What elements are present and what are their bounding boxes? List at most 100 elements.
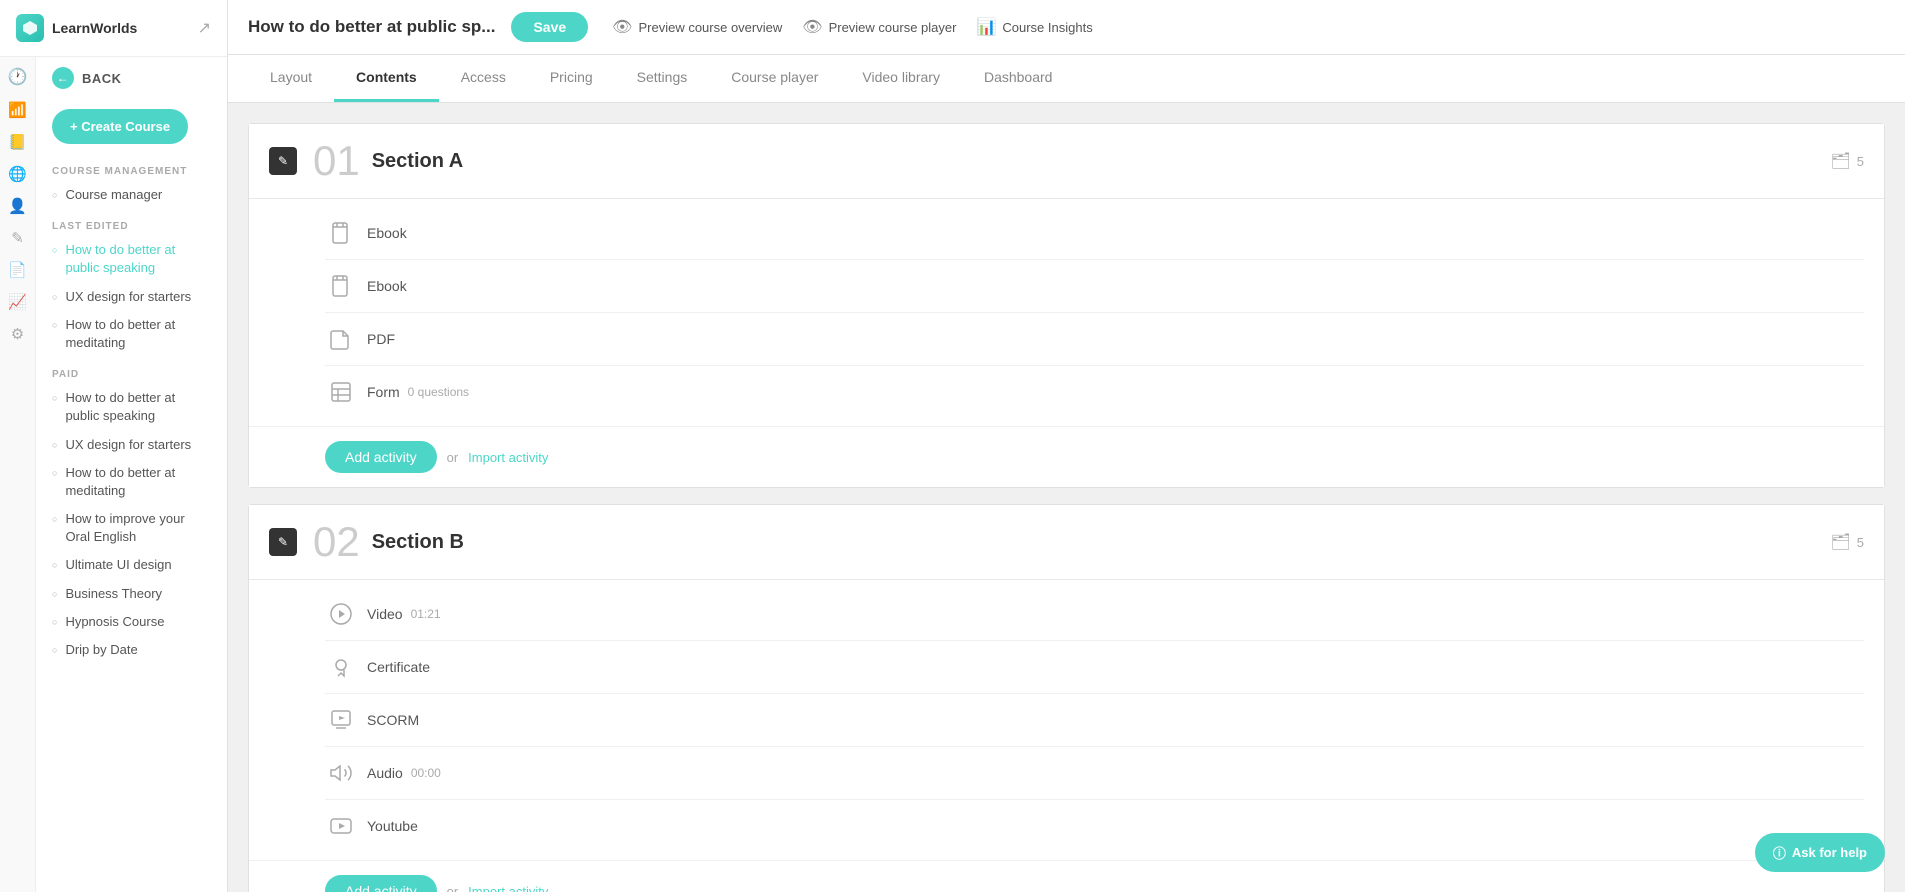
tabs: Layout Contents Access Pricing Settings … (228, 55, 1905, 103)
sidebar-item-paid-2[interactable]: How to do better at meditating (36, 459, 227, 505)
activity-label-video: Video (367, 606, 403, 622)
sidebar-item-paid-1[interactable]: UX design for starters (36, 431, 227, 459)
activity-label-form: Form (367, 384, 400, 400)
ebook-icon-2 (325, 270, 357, 302)
section-card-a: ✎ 01 Section A 🗂 5 Ebook (248, 123, 1885, 488)
preview-overview-icon: 👁 (612, 17, 632, 37)
youtube-icon (325, 810, 357, 842)
tab-pricing[interactable]: Pricing (528, 55, 615, 102)
add-activity-button-a[interactable]: Add activity (325, 441, 437, 473)
activity-label-pdf: PDF (367, 331, 395, 347)
add-activity-button-b[interactable]: Add activity (325, 875, 437, 892)
tab-contents[interactable]: Contents (334, 55, 439, 102)
sidebar-item-paid-5[interactable]: Business Theory (36, 580, 227, 608)
sidebar-item-paid-6[interactable]: Hypnosis Course (36, 608, 227, 636)
activity-item-scorm[interactable]: SCORM (325, 694, 1864, 747)
activity-item-pdf[interactable]: PDF (325, 313, 1864, 366)
activity-item-youtube[interactable]: Youtube (325, 800, 1864, 852)
import-activity-link-b[interactable]: Import activity (468, 884, 548, 892)
preview-player-action[interactable]: 👁 Preview course player (802, 17, 956, 37)
video-icon (325, 598, 357, 630)
back-label: BACK (82, 71, 122, 86)
pdf-icon (325, 323, 357, 355)
footprint-icon-a: 🗂 (1830, 151, 1850, 171)
course-management-label: COURSE MANAGEMENT (36, 154, 227, 181)
course-insights-action[interactable]: 📊 Course Insights (976, 17, 1092, 37)
tab-layout[interactable]: Layout (248, 55, 334, 102)
tab-dashboard[interactable]: Dashboard (962, 55, 1075, 102)
nav-icon-book[interactable]: 📒 (8, 133, 27, 151)
tab-settings[interactable]: Settings (615, 55, 710, 102)
activity-label-ebook2: Ebook (367, 278, 407, 294)
scorm-icon (325, 704, 357, 736)
activity-label-ebook1: Ebook (367, 225, 407, 241)
sidebar-item-paid-4[interactable]: Ultimate UI design (36, 551, 227, 579)
tab-video-library[interactable]: Video library (840, 55, 962, 102)
tab-access[interactable]: Access (439, 55, 528, 102)
ask-for-help-button[interactable]: ⓘ Ask for help (1755, 833, 1885, 872)
preview-player-label: Preview course player (829, 20, 957, 35)
activity-label-youtube: Youtube (367, 818, 418, 834)
activity-label-certificate: Certificate (367, 659, 430, 675)
sidebar-item-last-2[interactable]: How to do better at meditating (36, 311, 227, 357)
nav-icon-pen[interactable]: ✎ (11, 229, 24, 247)
sidebar-item-course-manager[interactable]: Course manager (36, 181, 227, 209)
sidebar-item-last-1[interactable]: UX design for starters (36, 283, 227, 311)
nav-icon-page[interactable]: 📄 (8, 261, 27, 279)
last-edited-label: LAST EDITED (36, 209, 227, 236)
activity-item-audio[interactable]: Audio 00:00 (325, 747, 1864, 800)
section-title-b: Section B (372, 531, 464, 554)
section-number-b: 02 (313, 521, 360, 563)
sidebar-item-paid-7[interactable]: Drip by Date (36, 636, 227, 664)
sidebar-item-paid-0[interactable]: How to do better at public speaking (36, 384, 227, 430)
section-meta-b: 🗂 5 (1830, 532, 1864, 552)
activity-label-scorm: SCORM (367, 712, 419, 728)
section-edit-button-a[interactable]: ✎ (269, 147, 297, 175)
section-edit-button-b[interactable]: ✎ (269, 528, 297, 556)
sidebar-item-paid-3[interactable]: How to improve your Oral English (36, 505, 227, 551)
activities-section-b: Video 01:21 Certificate SCORM (249, 580, 1884, 860)
nav-icon-chart[interactable]: 📈 (8, 293, 27, 311)
topbar: How to do better at public sp... Save 👁 … (228, 0, 1905, 55)
sidebar: LearnWorlds ↗ 🕐 📶 📒 🌐 👤 ✎ 📄 📈 ⚙ ← BACK +… (0, 0, 228, 892)
ask-help-label: Ask for help (1792, 845, 1867, 860)
section-footer-a: Add activity or Import activity (249, 426, 1884, 487)
section-header-b: ✎ 02 Section B 🗂 5 (249, 505, 1884, 580)
activity-item-certificate[interactable]: Certificate (325, 641, 1864, 694)
activity-item-form[interactable]: Form 0 questions (325, 366, 1864, 418)
section-count-a: 5 (1857, 154, 1864, 169)
activity-item-ebook2[interactable]: Ebook (325, 260, 1864, 313)
section-meta-a: 🗂 5 (1830, 151, 1864, 171)
create-course-button[interactable]: + Create Course (52, 109, 188, 144)
nav-icon-globe[interactable]: 🌐 (8, 165, 27, 183)
activities-section-a: Ebook Ebook PDF (249, 199, 1884, 426)
form-icon (325, 376, 357, 408)
or-text-b: or (447, 884, 459, 892)
activity-label-audio: Audio (367, 765, 403, 781)
page-title: How to do better at public sp... (248, 17, 495, 37)
activity-meta-form: 0 questions (408, 385, 469, 399)
save-button[interactable]: Save (511, 12, 588, 42)
section-count-b: 5 (1857, 535, 1864, 550)
certificate-icon (325, 651, 357, 683)
audio-icon (325, 757, 357, 789)
nav-icon-clock[interactable]: 🕐 (8, 67, 28, 87)
nav-icon-user[interactable]: 👤 (8, 197, 27, 215)
lw-logo (16, 14, 44, 42)
back-button[interactable]: ← BACK (36, 57, 227, 99)
activity-item-ebook1[interactable]: Ebook (325, 207, 1864, 260)
import-activity-link-a[interactable]: Import activity (468, 450, 548, 465)
ask-help-icon: ⓘ (1773, 843, 1786, 862)
section-header-a: ✎ 01 Section A 🗂 5 (249, 124, 1884, 199)
sidebar-header: LearnWorlds ↗ (0, 0, 227, 57)
preview-overview-action[interactable]: 👁 Preview course overview (612, 17, 782, 37)
sidebar-item-last-0[interactable]: How to do better at public speaking (36, 236, 227, 282)
export-icon[interactable]: ↗ (198, 18, 211, 38)
content-area: ✎ 01 Section A 🗂 5 Ebook (228, 103, 1905, 892)
brand-name: LearnWorlds (52, 20, 137, 36)
nav-icon-wifi[interactable]: 📶 (8, 101, 27, 119)
nav-icon-gear[interactable]: ⚙ (11, 325, 24, 343)
tab-course-player[interactable]: Course player (709, 55, 840, 102)
activity-meta-audio: 00:00 (411, 766, 441, 780)
activity-item-video[interactable]: Video 01:21 (325, 588, 1864, 641)
